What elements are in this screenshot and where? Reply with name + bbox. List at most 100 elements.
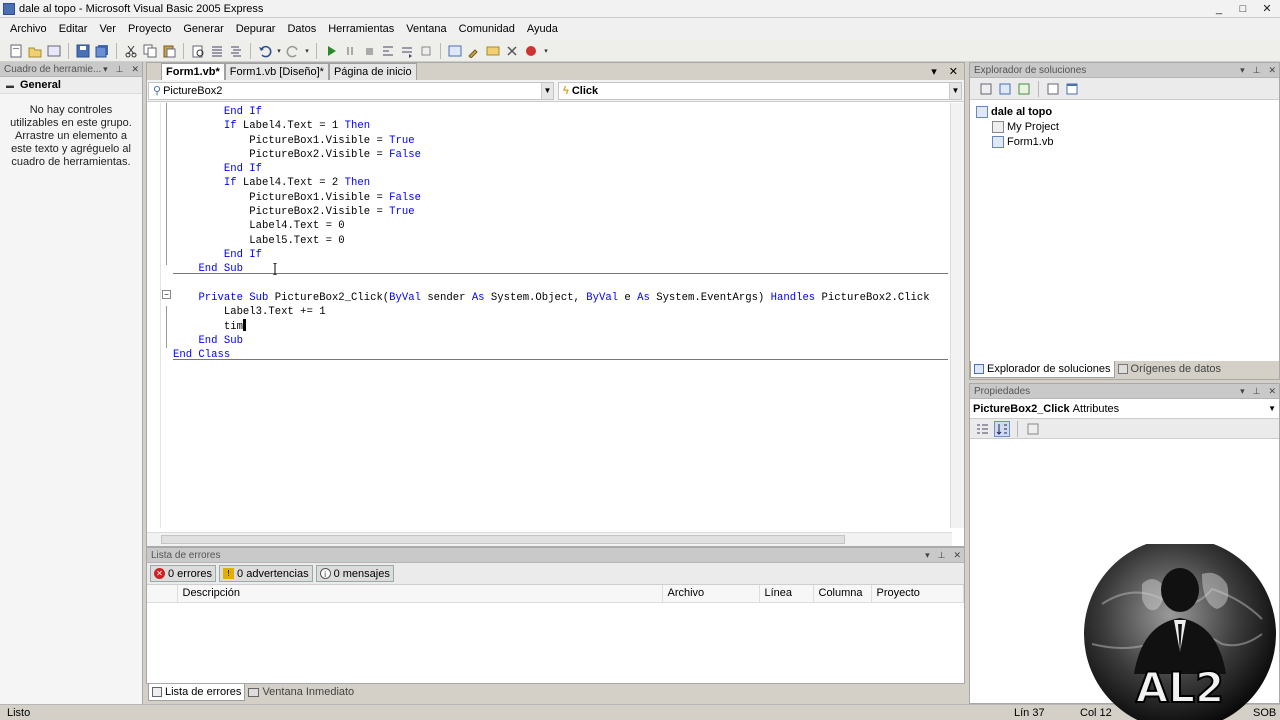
step-out-icon[interactable] — [418, 43, 434, 59]
menu-generar[interactable]: Generar — [177, 18, 229, 40]
chevron-down-icon[interactable]: ▼ — [1268, 404, 1276, 413]
errors-filter-button[interactable]: ✕ 0 errores — [150, 565, 217, 582]
pin-icon[interactable]: ⊥ — [116, 62, 124, 77]
stop-icon[interactable] — [361, 43, 377, 59]
menu-datos[interactable]: Datos — [281, 18, 322, 40]
chevron-down-icon[interactable]: ▼ — [949, 82, 961, 99]
toolbar-options-icon[interactable]: ▾ — [542, 43, 550, 59]
cut-icon[interactable] — [123, 43, 139, 59]
start-page-icon[interactable] — [523, 43, 539, 59]
code-line[interactable]: End If — [173, 162, 930, 176]
comment-icon[interactable] — [209, 43, 225, 59]
step-into-icon[interactable] — [380, 43, 396, 59]
open-folder-icon[interactable] — [27, 43, 43, 59]
object-selector-combo[interactable]: PictureBox2_Click Attributes ▼ — [970, 399, 1279, 419]
minimize-button[interactable]: _ — [1210, 3, 1228, 16]
code-line[interactable]: tim — [173, 319, 930, 333]
collapse-icon[interactable]: ▬ — [6, 77, 14, 94]
step-over-icon[interactable] — [399, 43, 415, 59]
tab-immediate-window[interactable]: Ventana Inmediato — [245, 684, 357, 700]
menu-comunidad[interactable]: Comunidad — [453, 18, 521, 40]
close-button[interactable]: ✕ — [1258, 3, 1276, 16]
code-line[interactable]: End If — [173, 105, 930, 119]
alphabetical-icon[interactable] — [994, 420, 1010, 437]
pause-icon[interactable] — [342, 43, 358, 59]
code-line[interactable]: Label5.Text = 0 — [173, 234, 930, 248]
toolbox-group-general[interactable]: ▬ General — [0, 77, 142, 94]
tree-item-project[interactable]: dale al topo — [976, 104, 1279, 119]
property-pages-icon[interactable] — [1025, 421, 1041, 437]
tree-item-form1[interactable]: Form1.vb — [976, 134, 1279, 149]
close-icon[interactable]: ✕ — [1268, 384, 1276, 399]
code-line[interactable]: PictureBox2.Visible = False — [173, 148, 930, 162]
maximize-button[interactable]: □ — [1234, 3, 1252, 16]
object-browser-icon[interactable] — [485, 43, 501, 59]
close-icon[interactable]: ✕ — [131, 62, 139, 77]
tab-form1-design[interactable]: Form1.vb [Diseño]* — [224, 63, 329, 80]
horizontal-scrollbar[interactable] — [147, 532, 952, 546]
view-code-icon[interactable] — [1045, 81, 1061, 97]
code-line[interactable]: Label3.Text += 1 — [173, 305, 930, 319]
column-header-description[interactable]: Descripción — [177, 585, 663, 603]
messages-filter-button[interactable]: i 0 mensajes — [315, 565, 394, 582]
paste-icon[interactable] — [161, 43, 177, 59]
tree-item-my-project[interactable]: My Project — [976, 119, 1279, 134]
menu-archivo[interactable]: Archivo — [4, 18, 53, 40]
menu-ayuda[interactable]: Ayuda — [521, 18, 564, 40]
code-line[interactable]: PictureBox2.Visible = True — [173, 205, 930, 219]
menu-editar[interactable]: Editar — [53, 18, 94, 40]
menu-herramientas[interactable]: Herramientas — [322, 18, 400, 40]
find-icon[interactable] — [190, 43, 206, 59]
start-debug-icon[interactable] — [323, 43, 339, 59]
vertical-scrollbar[interactable] — [950, 103, 964, 528]
code-line[interactable]: End If — [173, 248, 930, 262]
menu-proyecto[interactable]: Proyecto — [122, 18, 177, 40]
redo-dropdown-icon[interactable]: ▾ — [304, 43, 310, 59]
collapse-region-icon[interactable]: − — [162, 290, 171, 299]
categorized-icon[interactable] — [974, 421, 990, 437]
panel-menu-icon[interactable]: ▾ — [1240, 63, 1245, 78]
toolbox-menu-icon[interactable]: ▾ — [103, 62, 108, 77]
chevron-down-icon[interactable]: ▼ — [541, 82, 553, 99]
panel-menu-icon[interactable]: ▾ — [1240, 384, 1245, 399]
code-view[interactable]: − End If If Label4.Text = 1 Then Picture… — [147, 103, 964, 528]
save-all-icon[interactable] — [94, 43, 110, 59]
code-line[interactable]: Label4.Text = 0 — [173, 219, 930, 233]
code-line[interactable]: End Class — [173, 348, 930, 362]
close-icon[interactable]: ✕ — [1268, 63, 1276, 78]
tab-list-dropdown-icon[interactable]: ▾ — [931, 65, 937, 78]
code-line[interactable] — [173, 277, 930, 291]
new-project-icon[interactable] — [8, 43, 24, 59]
column-header-line[interactable]: Línea — [759, 585, 814, 603]
code-line[interactable]: PictureBox1.Visible = False — [173, 191, 930, 205]
menu-ver[interactable]: Ver — [93, 18, 122, 40]
add-item-icon[interactable] — [46, 43, 62, 59]
view-designer-icon[interactable] — [1064, 81, 1080, 97]
column-header-column[interactable]: Columna — [813, 585, 872, 603]
panel-menu-icon[interactable]: ▾ — [925, 548, 930, 563]
show-all-files-icon[interactable] — [997, 81, 1013, 97]
pin-icon[interactable]: ⊥ — [938, 548, 946, 563]
tab-form1-code[interactable]: Form1.vb* — [161, 63, 225, 80]
warnings-filter-button[interactable]: ! 0 advertencias — [219, 565, 313, 582]
code-line[interactable]: If Label4.Text = 2 Then — [173, 176, 930, 190]
properties-view-icon[interactable] — [978, 81, 994, 97]
close-icon[interactable]: ✕ — [953, 548, 961, 563]
method-name-combo[interactable]: ϟ Click ▼ — [558, 81, 962, 100]
column-header-icon[interactable] — [147, 585, 178, 603]
undo-dropdown-icon[interactable]: ▾ — [276, 43, 282, 59]
close-document-icon[interactable]: ✕ — [949, 65, 958, 78]
class-name-combo[interactable]: ⚲ PictureBox2 ▼ — [148, 81, 554, 100]
code-line[interactable]: If Label4.Text = 1 Then — [173, 119, 930, 133]
solution-explorer-icon[interactable] — [447, 43, 463, 59]
code-line[interactable]: Private Sub PictureBox2_Click(ByVal send… — [173, 291, 929, 305]
refresh-icon[interactable] — [1016, 81, 1032, 97]
pin-icon[interactable]: ⊥ — [1253, 63, 1261, 78]
uncomment-icon[interactable] — [228, 43, 244, 59]
menu-depurar[interactable]: Depurar — [230, 18, 282, 40]
column-header-file[interactable]: Archivo — [662, 585, 760, 603]
toolbox-icon[interactable] — [504, 43, 520, 59]
column-header-project[interactable]: Proyecto — [871, 585, 964, 603]
undo-icon[interactable] — [257, 43, 273, 59]
copy-icon[interactable] — [142, 43, 158, 59]
